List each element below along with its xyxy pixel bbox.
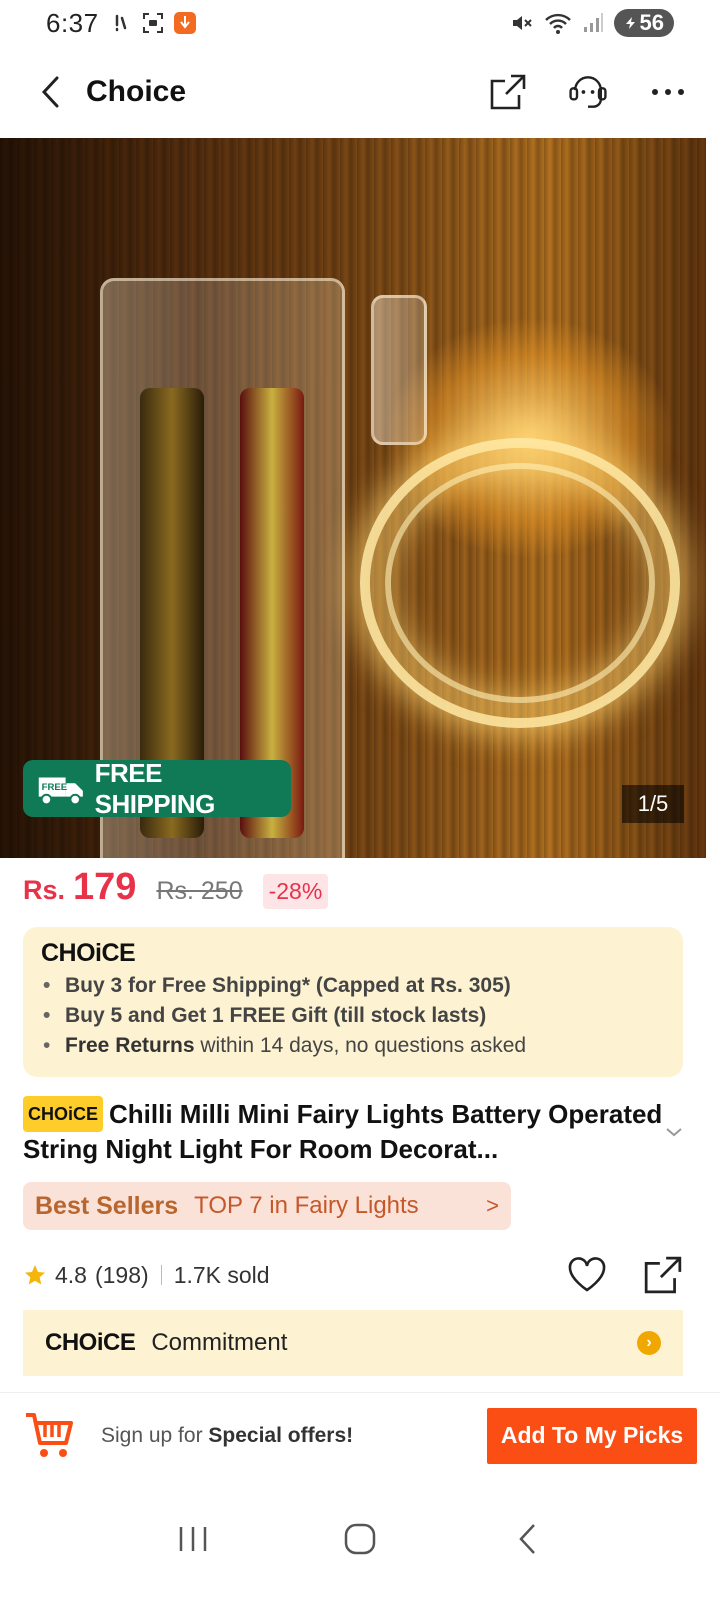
screenshot-icon [142,13,163,33]
back-icon [41,76,59,108]
product-actions [567,1255,683,1295]
signup-prompt[interactable]: Sign up for Special offers! [101,1424,353,1448]
recent-apps-icon [180,1527,207,1551]
cart-icon[interactable] [23,1409,77,1463]
choice-benefit-item: Buy 5 and Get 1 FREE Gift (till stock la… [41,1004,665,1028]
status-time: 6:37 [46,7,99,38]
mute-icon [512,16,532,30]
status-right-icons: 56 [510,9,674,37]
free-shipping-label: FREE SHIPPING [94,757,216,819]
divider [160,1265,162,1285]
home-icon [344,1523,376,1555]
share-button[interactable] [486,70,530,114]
chevron-right-icon: › [637,1331,661,1355]
top-bar: Choice [0,46,720,138]
free-icon-text: FREE [42,781,68,792]
back-button[interactable] [30,62,70,122]
wifi-icon [544,13,571,34]
best-sellers-label: Best Sellers [35,1191,179,1220]
choice-logo: CHOiCE [45,1329,136,1356]
share-icon[interactable] [643,1255,683,1295]
support-button[interactable] [566,70,610,114]
system-back-button[interactable] [497,1509,557,1569]
app-badge-icon [173,12,196,34]
signup-prefix: Sign up for [101,1423,209,1447]
status-left-icons [111,11,197,35]
status-bar: 6:37 56 [0,0,720,46]
signup-bold: Special offers! [208,1423,354,1447]
star-icon [25,1265,45,1285]
more-icon [652,89,684,95]
notification-icon [115,14,126,32]
choice-benefit-item: Buy 3 for Free Shipping* (Capped at Rs. … [41,974,665,998]
delivery-truck-icon: FREE [38,776,83,805]
free-shipping-badge: FREE FREE SHIPPING [23,757,291,819]
product-image-carousel[interactable]: FREE FREE SHIPPING 1/5 [0,138,706,858]
commitment-label: Commitment [151,1329,288,1356]
wishlist-heart-icon[interactable] [567,1257,607,1293]
battery-level: 56 [639,10,664,35]
choice-benefits-list: Buy 3 for Free Shipping* (Capped at Rs. … [41,974,665,1058]
sold-count: 1.7K sold [173,1261,270,1288]
free-returns-label: Free Returns [65,1034,195,1057]
chevron-down-icon[interactable] [662,1120,686,1144]
more-button[interactable] [646,70,690,114]
choice-logo: CHOiCE [41,939,136,967]
product-title-text: Chilli Milli Mini Fairy Lights Battery O… [23,1099,663,1164]
system-nav-bar [0,1478,720,1600]
best-sellers-rank: TOP 7 in Fairy Lights [194,1192,419,1219]
discount-badge: -28% [262,874,329,909]
review-count[interactable]: (198) [95,1262,149,1289]
support-agent-icon [569,76,607,108]
rating-row: 4.8 (198) 1.7K sold [23,1252,683,1298]
best-sellers-banner[interactable]: Best Sellers TOP 7 in Fairy Lights > [23,1182,511,1230]
choice-benefit-item: Free Returns within 14 days, no question… [41,1034,665,1058]
recent-apps-button[interactable] [163,1509,223,1569]
share-icon [490,74,526,110]
choice-badge: CHOiCE [23,1096,104,1132]
price-current: 179 [73,866,137,908]
choice-commitment-row[interactable]: CHOiCE Commitment › [23,1310,683,1376]
home-button[interactable] [330,1509,390,1569]
free-returns-detail: within 14 days, no questions asked [194,1034,527,1057]
top-actions [486,70,690,114]
back-icon [518,1524,535,1554]
signal-icon [583,13,603,32]
battery-icon: 56 [613,9,674,37]
chevron-right-icon: > [486,1193,499,1218]
price-row: Rs. 179 Rs. 250 -28% [23,866,329,916]
add-to-my-picks-button[interactable]: Add To My Picks [487,1407,697,1464]
charging-icon [625,17,635,29]
bottom-action-bar: Sign up for Special offers! Add To My Pi… [0,1392,720,1478]
price-currency: Rs. [23,875,66,905]
choice-promo-box: CHOiCE Buy 3 for Free Shipping* (Capped … [23,927,683,1077]
page-title: Choice [86,75,187,108]
price-original: Rs. 250 [156,877,243,905]
image-counter: 1/5 [622,785,684,823]
product-title[interactable]: CHOiCE Chilli Milli Mini Fairy Lights Bat… [23,1096,663,1166]
rating-score: 4.8 [55,1261,87,1288]
